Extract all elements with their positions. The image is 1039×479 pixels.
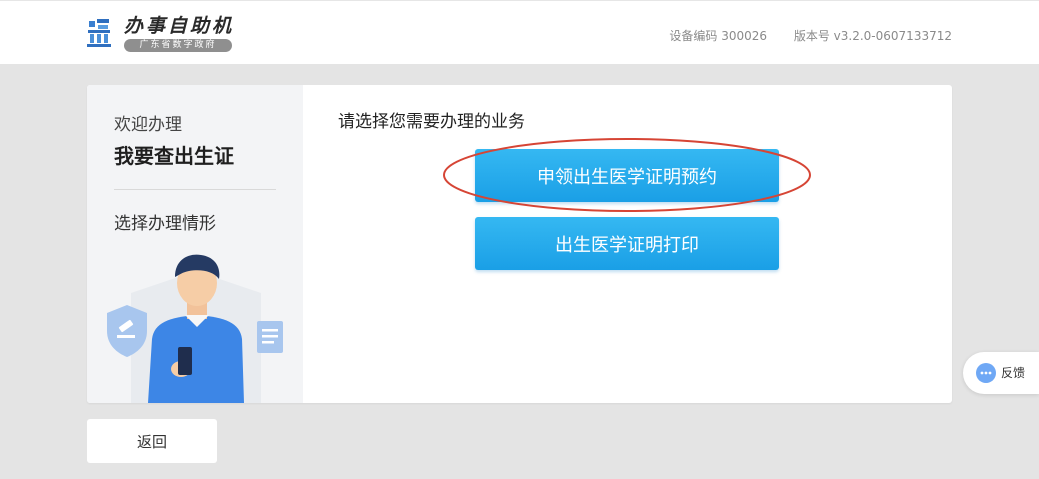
back-button[interactable]: 返回: [87, 419, 217, 463]
feedback-button[interactable]: 反馈: [963, 352, 1039, 394]
sidebar-divider: [114, 189, 276, 190]
business-prompt: 请选择您需要办理的业务: [338, 112, 525, 132]
main-card: 欢迎办理 我要查出生证 选择办理情形 请选择您需要办理的业务 申领出生医学证明预…: [87, 85, 952, 403]
version-number: 版本号 v3.2.0-0607133712: [793, 29, 952, 43]
welcome-text: 欢迎办理: [114, 115, 182, 135]
service-name: 我要查出生证: [114, 144, 234, 168]
top-bar: 办事自助机 广东省数字政府 设备编码 300026 版本号 v3.2.0-060…: [0, 0, 1039, 64]
app-subtitle: 广东省数字政府: [124, 39, 232, 52]
apply-birth-certificate-appointment-button[interactable]: 申领出生医学证明预约: [475, 149, 779, 202]
device-code: 设备编码 300026: [669, 29, 767, 43]
content-area: 请选择您需要办理的业务 申领出生医学证明预约 出生医学证明打印: [303, 85, 952, 403]
chat-bubble-icon: [976, 363, 996, 383]
app-title: 办事自助机: [124, 15, 235, 37]
feedback-label: 反馈: [1001, 366, 1026, 380]
print-birth-certificate-button[interactable]: 出生医学证明打印: [475, 217, 779, 270]
gov-building-logo-icon: [87, 19, 111, 47]
sidebar: 欢迎办理 我要查出生证 选择办理情形: [87, 85, 303, 403]
step-label: 选择办理情形: [114, 214, 216, 234]
person-with-phone-illustration: [107, 254, 283, 403]
